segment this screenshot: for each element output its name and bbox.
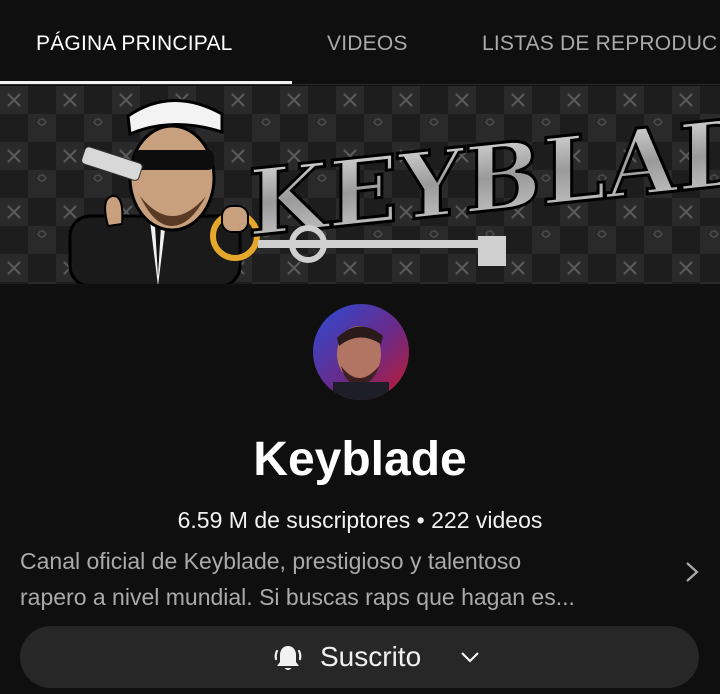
avatar-photo [313, 304, 409, 400]
channel-name: Keyblade [253, 433, 467, 486]
banner-art: KEYBLADE [0, 86, 720, 284]
channel-tabs: PÁGINA PRINCIPAL VIDEOS LISTAS DE REPROD… [0, 0, 720, 85]
channel-avatar[interactable] [313, 304, 409, 400]
chevron-right-icon[interactable] [684, 561, 700, 583]
tab-home[interactable]: PÁGINA PRINCIPAL [36, 32, 233, 56]
bell-ring-icon [274, 646, 302, 670]
subscribed-label: Suscrito [320, 641, 422, 672]
chevron-down-icon [461, 652, 479, 663]
channel-stats: 6.59 M de suscriptores • 222 videos [177, 507, 543, 533]
description-line: Canal oficial de Keyblade, prestigioso y… [20, 548, 522, 574]
description-line: rapero a nivel mundial. Si buscas raps q… [20, 584, 575, 610]
channel-description[interactable]: Canal oficial de Keyblade, prestigioso y… [20, 543, 680, 615]
tab-playlists[interactable]: LISTAS DE REPRODUC [482, 32, 717, 56]
subscribed-button[interactable]: Suscrito [20, 626, 699, 688]
channel-banner: KEYBLADE [0, 86, 720, 284]
tab-videos[interactable]: VIDEOS [327, 32, 408, 56]
active-tab-indicator [0, 81, 292, 84]
